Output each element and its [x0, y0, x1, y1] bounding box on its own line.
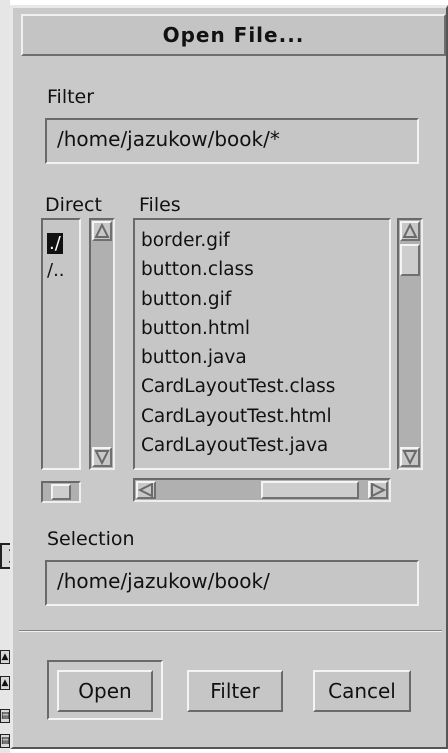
- list-item[interactable]: CardLayoutTest.html: [135, 402, 389, 431]
- scroll-thumb[interactable]: [261, 481, 359, 499]
- list-item[interactable]: ./: [43, 230, 79, 257]
- dialog-title: Open File...: [21, 14, 446, 56]
- list-item[interactable]: button.html: [135, 314, 389, 343]
- select-icon[interactable]: ▲: [0, 676, 10, 690]
- scroll-right-button[interactable]: [368, 481, 388, 499]
- open-button[interactable]: Open: [57, 670, 153, 712]
- directories-label: Direct: [45, 194, 102, 216]
- files-label: Files: [139, 194, 181, 216]
- document-icon[interactable]: ▤: [0, 709, 10, 723]
- filter-label: Filter: [47, 86, 95, 108]
- files-horizontal-scrollbar[interactable]: [133, 478, 391, 502]
- scroll-down-button[interactable]: [92, 447, 112, 467]
- scroll-up-button[interactable]: [400, 221, 420, 241]
- list-item[interactable]: /..: [43, 257, 79, 284]
- scroll-thumb[interactable]: [400, 244, 420, 276]
- open-file-dialog: Open File... Filter /home/jazukow/book/*…: [10, 5, 448, 749]
- scroll-down-button[interactable]: [400, 447, 420, 467]
- scroll-thumb[interactable]: [51, 484, 71, 500]
- list-item[interactable]: button.class: [135, 255, 389, 284]
- scroll-left-button[interactable]: [136, 481, 156, 499]
- files-vertical-scrollbar[interactable]: [397, 218, 423, 470]
- list-item[interactable]: button.java: [135, 343, 389, 372]
- document-icon[interactable]: ▤: [0, 734, 10, 748]
- selection-label: Selection: [47, 528, 135, 550]
- files-list[interactable]: border.gif button.class button.gif butto…: [133, 218, 391, 470]
- filter-button[interactable]: Filter: [187, 670, 283, 712]
- list-item[interactable]: border.gif: [135, 226, 389, 255]
- list-item[interactable]: CardLayoutTest.java: [135, 431, 389, 460]
- separator: [19, 630, 442, 632]
- list-item[interactable]: CardLayoutTest.class: [135, 372, 389, 401]
- list-item[interactable]: button.gif: [135, 285, 389, 314]
- directories-horizontal-scrollbar[interactable]: [41, 481, 81, 503]
- select-icon[interactable]: ▲: [0, 650, 10, 664]
- selection-input[interactable]: /home/jazukow/book/: [45, 560, 419, 606]
- background-window-strip: [0, 0, 10, 753]
- scroll-up-button[interactable]: [92, 221, 112, 241]
- directories-list[interactable]: ./ /..: [41, 218, 81, 470]
- cancel-button[interactable]: Cancel: [313, 670, 411, 712]
- directories-vertical-scrollbar[interactable]: [89, 218, 115, 470]
- filter-input[interactable]: /home/jazukow/book/*: [45, 118, 419, 164]
